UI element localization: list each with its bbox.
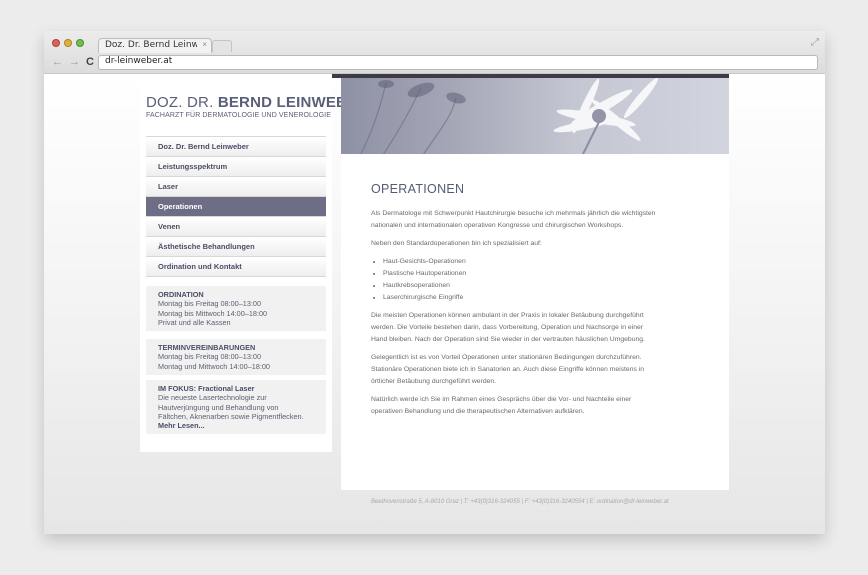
back-icon[interactable]: ← — [52, 56, 63, 68]
menu-item-laser[interactable]: Laser — [146, 177, 326, 197]
browser-chrome: Doz. Dr. Bernd Leinwe × ⤢ ← → C dr-leinw… — [44, 31, 825, 74]
main-menu: Doz. Dr. Bernd Leinweber Leistungsspektr… — [146, 136, 326, 277]
reload-icon[interactable]: C — [86, 56, 94, 68]
menu-item-doz-dr-bernd-leinweber[interactable]: Doz. Dr. Bernd Leinweber — [146, 137, 326, 157]
tab-title: Doz. Dr. Bernd Leinwe — [105, 40, 197, 50]
mehr-lesen-link[interactable]: Mehr Lesen... — [158, 421, 326, 430]
flower-banner-image — [341, 78, 729, 154]
menu-item-venen[interactable]: Venen — [146, 217, 326, 237]
browser-window: Doz. Dr. Bernd Leinwe × ⤢ ← → C dr-leinw… — [44, 31, 825, 534]
window-controls — [52, 39, 84, 47]
ordination-line: Montag bis Mittwoch 14:00–18:00 — [158, 308, 268, 318]
fokus-line: Fältchen, Aknenarben sowie Pigmentflecke… — [158, 411, 304, 421]
ordination-box: ORDINATION Montag bis Freitag 08:00–13:0… — [146, 286, 326, 332]
specialty-list: Haut-Gesichts-Operationen Plastische Hau… — [371, 256, 661, 304]
footer-contact: Beethovenstraße 5, A-8010 Graz | T: +43(… — [371, 499, 669, 505]
paragraph: Natürlich werde ich Sie im Rahmen eines … — [371, 396, 632, 415]
logo-name: DOZ. DR. BERND LEINWEBER — [146, 94, 368, 111]
nav-buttons: ← → C — [52, 56, 94, 68]
menu-item-operationen[interactable]: Operationen — [146, 197, 326, 217]
paragraph: Gelegentlich ist es von Vorteil Operatio… — [371, 354, 645, 385]
menu-item-leistungsspektrum[interactable]: Leistungsspektrum — [146, 157, 326, 177]
fokus-line: Die neueste Lasertechnologie zur — [158, 393, 267, 403]
paragraph: Als Dermatologe mit Schwerpunkt Hautchir… — [371, 210, 656, 229]
termine-line: Montag und Mittwoch 14:00–18:00 — [158, 361, 270, 371]
fokus-line: Hautverjüngung und Behandlung von — [158, 402, 279, 412]
ordination-line: Montag bis Freitag 08:00–13:00 — [158, 299, 262, 309]
url-bar[interactable]: dr-leinweber.at — [98, 55, 818, 70]
page-title: OPERATIONEN — [371, 182, 465, 196]
termine-title: TERMINVEREINBARUNGEN — [158, 343, 256, 352]
flower-illustration — [360, 78, 658, 154]
site-logo[interactable]: DOZ. DR. BERND LEINWEBER FACHARZT FÜR DE… — [146, 94, 368, 119]
new-tab-button[interactable] — [212, 40, 232, 52]
logo-prefix: DOZ. DR. — [146, 94, 218, 111]
tab-close-icon[interactable]: × — [202, 40, 207, 49]
logo-subtitle: FACHARZT FÜR DERMATOLOGIE UND VENEROLOGI… — [146, 112, 331, 119]
ordination-line: Privat und alle Kassen — [158, 317, 231, 327]
list-item: Plastische Hautoperationen — [383, 268, 661, 280]
close-window-button[interactable] — [52, 39, 60, 47]
main-content: OPERATIONEN Als Dermatologe mit Schwerpu… — [341, 78, 729, 490]
paragraph: Die meisten Operationen können ambulant … — [371, 312, 645, 343]
fokus-title: IM FOKUS: Fractional Laser — [158, 384, 255, 393]
forward-icon[interactable]: → — [69, 56, 80, 68]
zoom-window-button[interactable] — [76, 39, 84, 47]
list-item: Haut-Gesichts-Operationen — [383, 256, 661, 268]
menu-item-ordination-und-kontakt[interactable]: Ordination und Kontakt — [146, 257, 326, 277]
paragraph: Neben den Standardoperationen bin ich sp… — [371, 240, 542, 247]
list-item: Laserchirurgische Eingriffe — [383, 292, 661, 304]
url-text: dr-leinweber.at — [105, 56, 173, 66]
termine-line: Montag bis Freitag 08:00–13:00 — [158, 352, 262, 362]
menu-item-aesthetische-behandlungen[interactable]: Ästhetische Behandlungen — [146, 237, 326, 257]
minimize-window-button[interactable] — [64, 39, 72, 47]
browser-tab[interactable]: Doz. Dr. Bernd Leinwe × — [98, 38, 212, 53]
fullscreen-icon[interactable]: ⤢ — [811, 37, 819, 48]
fokus-box: IM FOKUS: Fractional Laser Die neueste L… — [146, 380, 326, 435]
list-item: Hautkrebsoperationen — [383, 280, 661, 292]
content-body: Als Dermatologe mit Schwerpunkt Hautchir… — [371, 208, 661, 424]
ordination-title: ORDINATION — [158, 290, 204, 299]
sidebar: DOZ. DR. BERND LEINWEBER FACHARZT FÜR DE… — [140, 74, 368, 452]
page-viewport: DOZ. DR. BERND LEINWEBER FACHARZT FÜR DE… — [44, 74, 825, 534]
termine-box: TERMINVEREINBARUNGEN Montag bis Freitag … — [146, 339, 326, 375]
